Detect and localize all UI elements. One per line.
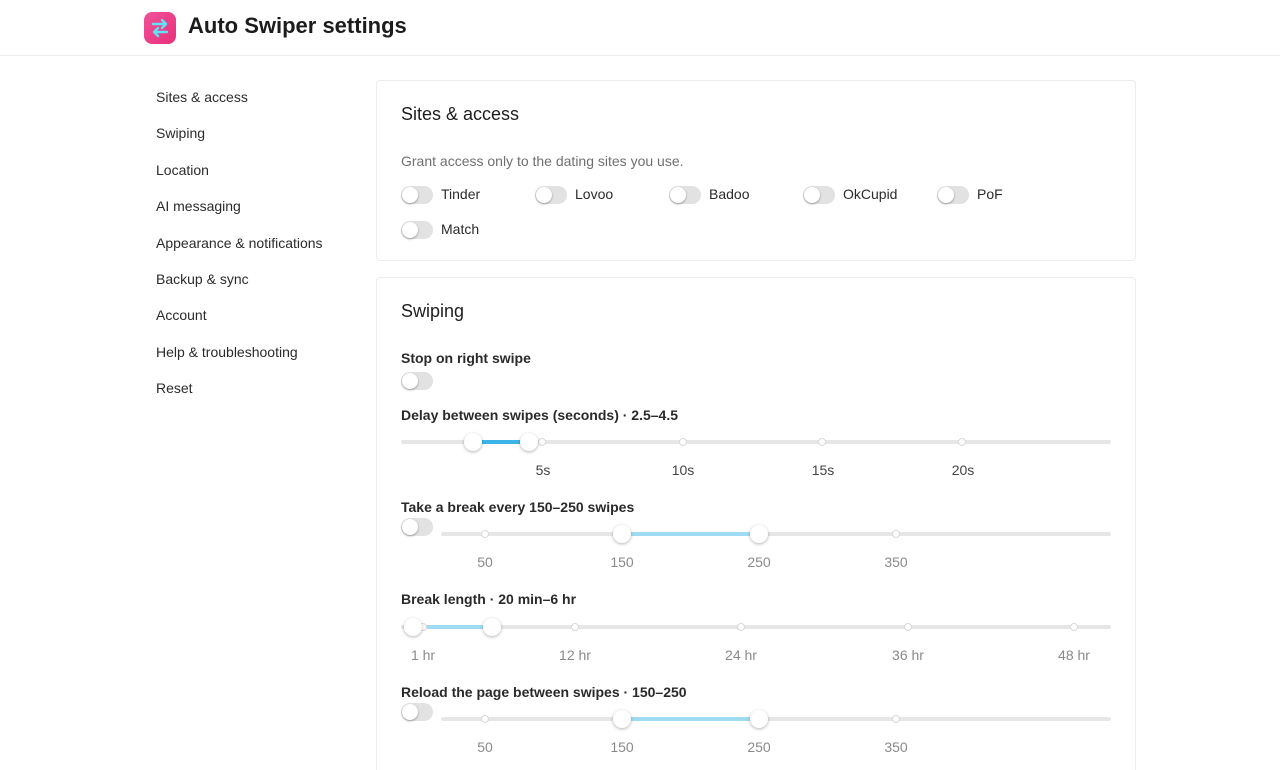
break-length-slider[interactable] — [401, 618, 1111, 636]
break-every-label: Take a break every 150–250 swipes — [401, 499, 635, 515]
slider-step-dot — [892, 530, 900, 538]
slider-tick-label: 50 — [477, 554, 493, 570]
slider-handle-max[interactable] — [750, 525, 768, 543]
slider-tick-label: 24 hr — [725, 647, 757, 663]
slider-tick-label: 1 hr — [410, 647, 436, 663]
slider-range-fill — [622, 717, 759, 721]
delay-label: Delay between swipes (seconds) · 2.5–4.5 — [401, 407, 679, 423]
pof-toggle[interactable] — [937, 186, 969, 204]
slider-tick-label: 250 — [747, 554, 771, 570]
swiping-card: Swiping Stop on right swipe Delay betwee… — [376, 277, 1136, 770]
slider-handle-min[interactable] — [404, 618, 422, 636]
reload-slider[interactable] — [441, 710, 1111, 728]
slider-handle-max[interactable] — [483, 618, 501, 636]
slider-tick-label: 350 — [884, 554, 908, 570]
slider-tick-label: 20s — [951, 462, 975, 478]
sidebar-item-account[interactable]: Account — [156, 307, 207, 323]
slider-step-dot — [1070, 623, 1078, 631]
slider-tick-label: 150 — [610, 739, 634, 755]
okcupid-toggle[interactable] — [803, 186, 835, 204]
slider-step-dot — [958, 438, 966, 446]
slider-handle-min[interactable] — [613, 710, 631, 728]
slider-step-dot — [538, 438, 546, 446]
site-label: Lovoo — [575, 186, 614, 202]
sidebar-item-backup-sync[interactable]: Backup & sync — [156, 271, 249, 287]
slider-step-dot — [892, 715, 900, 723]
sidebar-item-appearance-notifications[interactable]: Appearance & notifications — [156, 235, 323, 251]
app-title: Auto Swiper settings — [188, 13, 407, 38]
slider-tick-label: 15s — [811, 462, 835, 478]
slider-tick-label: 350 — [884, 739, 908, 755]
slider-tick-label: 48 hr — [1058, 647, 1090, 663]
site-label: Badoo — [709, 186, 750, 202]
sites-hint: Grant access only to the dating sites yo… — [401, 153, 684, 169]
slider-step-dot — [737, 623, 745, 631]
slider-handle-max[interactable] — [520, 433, 538, 451]
site-label: Tinder — [441, 186, 481, 202]
section-title: Swiping — [401, 301, 465, 321]
tinder-toggle[interactable] — [401, 186, 433, 204]
slider-tick-label: 5s — [535, 462, 551, 478]
swap-arrows-icon — [144, 12, 176, 44]
stop-on-right-swipe-label: Stop on right swipe — [401, 350, 531, 366]
slider-tick-label: 10s — [671, 462, 695, 478]
slider-handle-max[interactable] — [750, 710, 768, 728]
site-label: Match — [441, 221, 480, 237]
slider-tick-label: 36 hr — [892, 647, 924, 663]
slider-tick-label: 12 hr — [559, 647, 591, 663]
slider-step-dot — [818, 438, 826, 446]
sidebar-item-help-troubleshooting[interactable]: Help & troubleshooting — [156, 344, 298, 360]
slider-step-dot — [481, 530, 489, 538]
break-length-label: Break length · 20 min–6 hr — [401, 591, 577, 607]
slider-step-dot — [481, 715, 489, 723]
section-title: Sites & access — [401, 104, 520, 124]
top-bar: Auto Swiper settings — [0, 0, 1280, 56]
sites-access-card: Sites & access Grant access only to the … — [376, 80, 1136, 261]
lovoo-toggle[interactable] — [535, 186, 567, 204]
sidebar-item-reset[interactable]: Reset — [156, 380, 193, 396]
slider-step-dot — [679, 438, 687, 446]
badoo-toggle[interactable] — [669, 186, 701, 204]
slider-handle-min[interactable] — [464, 433, 482, 451]
site-label: PoF — [977, 186, 1003, 202]
site-label: OkCupid — [843, 186, 898, 202]
break-every-toggle[interactable] — [401, 518, 433, 536]
stop-on-right-swipe-toggle[interactable] — [401, 372, 433, 390]
sidebar-item-swiping[interactable]: Swiping — [156, 125, 205, 141]
sidebar-item-location[interactable]: Location — [156, 162, 209, 178]
break-every-slider[interactable] — [441, 525, 1111, 543]
delay-slider[interactable] — [401, 433, 1111, 451]
sidebar-item-sites-access[interactable]: Sites & access — [156, 89, 248, 105]
slider-tick-label: 50 — [477, 739, 493, 755]
slider-tick-label: 150 — [610, 554, 634, 570]
slider-handle-min[interactable] — [613, 525, 631, 543]
match-toggle[interactable] — [401, 221, 433, 239]
slider-range-fill — [622, 532, 759, 536]
reload-label: Reload the page between swipes · 150–250 — [401, 684, 687, 700]
slider-tick-label: 250 — [747, 739, 771, 755]
slider-step-dot — [571, 623, 579, 631]
sidebar-item-ai-messaging[interactable]: AI messaging — [156, 198, 241, 214]
slider-step-dot — [904, 623, 912, 631]
reload-toggle[interactable] — [401, 703, 433, 721]
